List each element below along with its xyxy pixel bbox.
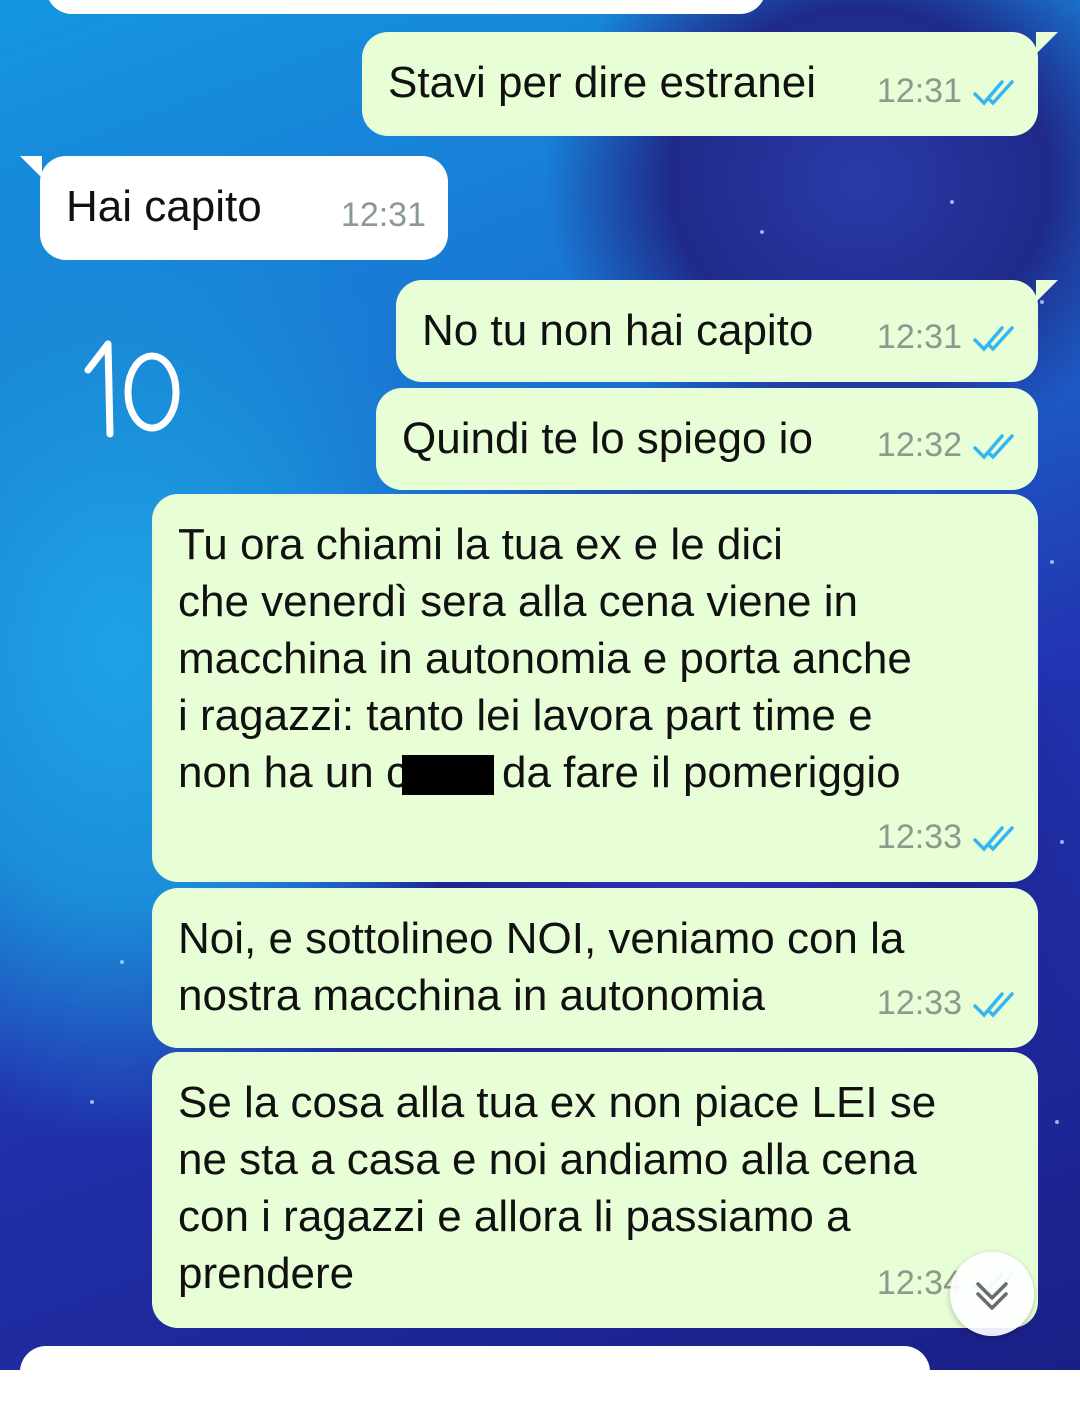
message-text: No tu non hai capito: [422, 306, 814, 355]
message-bubble-outgoing[interactable]: No tu non hai capito 12:31: [396, 280, 1038, 382]
message-bubble-partial-top[interactable]: [46, 0, 766, 14]
message-text: Tu ora chiami la tua ex e le dici che ve…: [178, 520, 912, 797]
message-bubble-outgoing[interactable]: Se la cosa alla tua ex non piace LEI se …: [152, 1052, 1038, 1328]
message-bubble-outgoing[interactable]: Quindi te lo spiego io 12:32: [376, 388, 1038, 490]
double-check-read-icon: [973, 991, 1014, 1018]
message-time: 12:33: [876, 984, 962, 1022]
message-text: Hai capito: [66, 182, 262, 231]
double-check-read-icon: [973, 433, 1014, 460]
message-bubble-partial-bottom[interactable]: [20, 1346, 930, 1406]
message-time: 12:34: [876, 1264, 962, 1302]
message-bubble-incoming[interactable]: Hai capito 12:31: [40, 156, 448, 260]
message-text: Quindi te lo spiego io: [402, 414, 813, 463]
redaction-block: [401, 755, 494, 796]
chevron-down-icon: [976, 1282, 1008, 1310]
message-time: 12:31: [876, 72, 962, 110]
message-bubble-outgoing[interactable]: Stavi per dire estranei 12:31: [362, 32, 1038, 136]
message-time: 12:31: [876, 318, 962, 356]
message-bubble-outgoing[interactable]: Tu ora chiami la tua ex e le dici che ve…: [152, 494, 1038, 882]
scroll-to-bottom-button[interactable]: [950, 1252, 1034, 1336]
message-text: Noi, e sottolineo NOI, veniamo con la no…: [178, 914, 905, 1020]
message-time: 12:33: [876, 818, 962, 856]
double-check-read-icon: [973, 325, 1014, 352]
handwritten-annotation: [84, 340, 180, 438]
double-check-read-icon: [973, 825, 1014, 852]
message-time: 12:31: [340, 196, 426, 234]
double-check-read-icon: [973, 79, 1014, 106]
message-bubble-outgoing[interactable]: Noi, e sottolineo NOI, veniamo con la no…: [152, 888, 1038, 1048]
message-time: 12:32: [876, 426, 962, 464]
message-text: Stavi per dire estranei: [388, 58, 816, 107]
message-text: Se la cosa alla tua ex non piace LEI se …: [178, 1078, 937, 1298]
